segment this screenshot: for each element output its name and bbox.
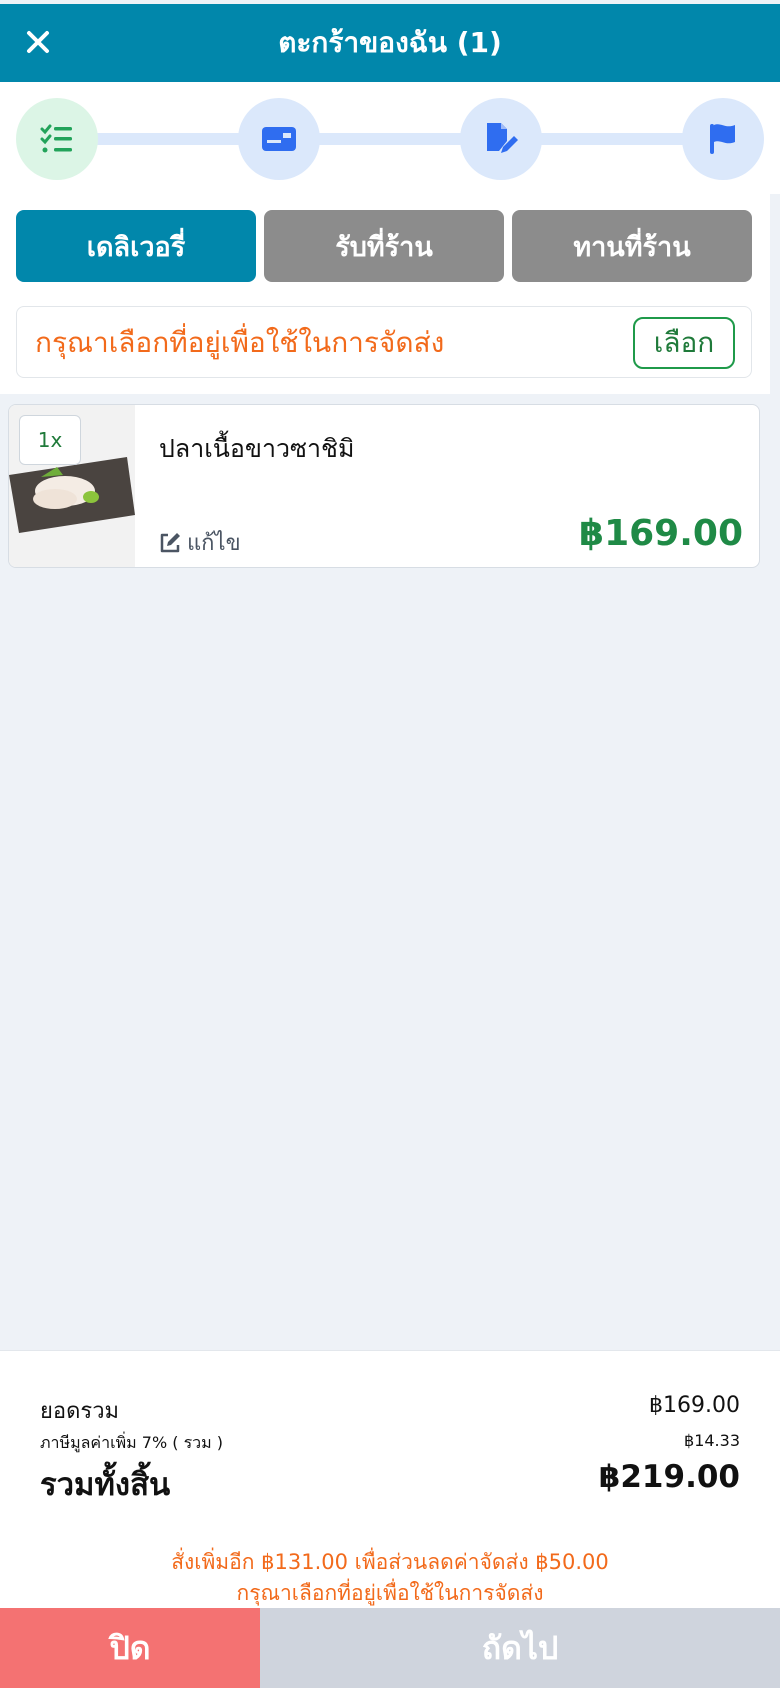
top-bar: ตะกร้าของฉัน (1) — [0, 4, 780, 82]
step-finish[interactable] — [682, 98, 764, 180]
promo-line-2: กรุณาเลือกที่อยู่เพื่อใช้ในการจัดส่ง — [236, 1581, 544, 1605]
edit-icon — [160, 532, 180, 552]
note-edit-icon — [487, 123, 518, 153]
checklist-icon — [40, 124, 72, 153]
promo-notice: สั่งเพิ่มอีก ฿131.00 เพื่อส่วนลดค่าจัดส่… — [0, 1547, 780, 1609]
vat-row: ภาษีมูลค่าเพิ่ม 7% ( รวม ) ฿14.33 — [40, 1431, 740, 1456]
item-name: ปลาเนื้อขาวซาชิมิ — [159, 434, 355, 463]
address-warning: กรุณาเลือกที่อยู่เพื่อใช้ในการจัดส่ง — [35, 326, 445, 359]
tab-delivery[interactable]: เดลิเวอรี่ — [16, 210, 256, 282]
subtotal-row: ยอดรวม ฿169.00 — [40, 1393, 740, 1428]
vat-label: ภาษีมูลค่าเพิ่ม 7% ( รวม ) — [40, 1433, 224, 1452]
subtotal-value: ฿169.00 — [649, 1393, 740, 1418]
next-button[interactable]: ถัดไป — [260, 1608, 780, 1688]
address-selector: กรุณาเลือกที่อยู่เพื่อใช้ในการจัดส่ง เลื… — [16, 306, 752, 378]
promo-line-1: สั่งเพิ่มอีก ฿131.00 เพื่อส่วนลดค่าจัดส่… — [171, 1550, 609, 1574]
checkout-steps — [0, 82, 780, 194]
step-details[interactable] — [460, 98, 542, 180]
item-quantity-badge: 1x — [19, 415, 81, 465]
step-payment[interactable] — [238, 98, 320, 180]
card-icon — [262, 127, 296, 151]
select-address-button[interactable]: เลือก — [633, 317, 735, 369]
edit-label: แก้ไข — [187, 531, 241, 556]
flag-icon — [710, 124, 735, 154]
tab-dine-in[interactable]: ทานที่ร้าน — [512, 210, 752, 282]
total-row: รวมทั้งสิ้น ฿219.00 — [40, 1459, 740, 1509]
total-label: รวมทั้งสิ้น — [40, 1467, 171, 1503]
step-cart[interactable] — [16, 98, 98, 180]
cart-item[interactable]: 1x ปลาเนื้อขาวซาชิมิ แก้ไข ฿169.00 — [8, 404, 760, 568]
vat-value: ฿14.33 — [684, 1431, 740, 1450]
page-title: ตะกร้าของฉัน (1) — [278, 26, 502, 59]
total-value: ฿219.00 — [598, 1459, 740, 1495]
steps-progress-line — [70, 133, 710, 145]
order-options-panel: เดลิเวอรี่ รับที่ร้าน ทานที่ร้าน กรุณาเล… — [0, 194, 770, 394]
item-price: ฿169.00 — [579, 513, 743, 554]
subtotal-label: ยอดรวม — [40, 1399, 120, 1424]
order-summary: ยอดรวม ฿169.00 ภาษีมูลค่าเพิ่ม 7% ( รวม … — [0, 1350, 780, 1608]
close-button[interactable]: ปิด — [0, 1608, 260, 1688]
edit-item-button[interactable]: แก้ไข — [159, 525, 241, 560]
tab-pickup[interactable]: รับที่ร้าน — [264, 210, 504, 282]
